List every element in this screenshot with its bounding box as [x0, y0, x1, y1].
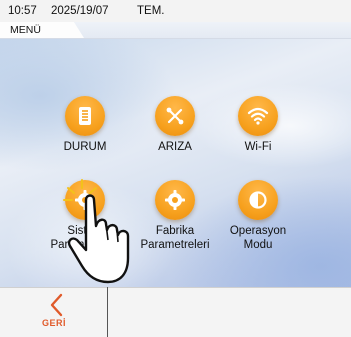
- status-bar: 10:57 2025/19/07 TEM.: [0, 0, 351, 22]
- tile-label: Fabrika Parametreleri: [140, 225, 210, 251]
- chevron-left-icon: [50, 293, 63, 317]
- tile-sistem-parametreleri[interactable]: Sistem Parametreleri: [45, 180, 125, 252]
- tile-wifi[interactable]: Wi-Fi: [218, 96, 298, 154]
- tile-label: ARIZA: [158, 141, 192, 153]
- tile-label: Operasyon Modu: [229, 225, 287, 251]
- tile-operasyon-modu[interactable]: Operasyon Modu: [218, 180, 298, 252]
- gear-icon: [65, 180, 105, 220]
- time-display: 10:57: [8, 5, 37, 17]
- tile-ariza[interactable]: ARIZA: [135, 96, 215, 154]
- screen: 10:57 2025/19/07 TEM. MENÜ DURUM ARIZA W…: [0, 0, 351, 337]
- tile-label: DURUM: [63, 141, 107, 153]
- tile-label: Wi-Fi: [244, 141, 272, 153]
- wifi-icon: [238, 96, 278, 136]
- tile-label: Sistem Parametreleri: [50, 225, 120, 251]
- tile-durum[interactable]: DURUM: [45, 96, 125, 154]
- date-display: 2025/19/07: [51, 5, 109, 17]
- wrench-screwdriver-icon: [155, 96, 195, 136]
- document-list-icon: [65, 96, 105, 136]
- menu-tab: MENÜ: [0, 22, 84, 38]
- back-label: GERİ: [41, 318, 66, 328]
- gear-icon: [155, 180, 195, 220]
- half-circle-mode-icon: [238, 180, 278, 220]
- temperature-display: TEM.: [137, 5, 165, 17]
- tile-fabrika-parametreleri[interactable]: Fabrika Parametreleri: [135, 180, 215, 252]
- back-button[interactable]: GERİ: [0, 287, 108, 337]
